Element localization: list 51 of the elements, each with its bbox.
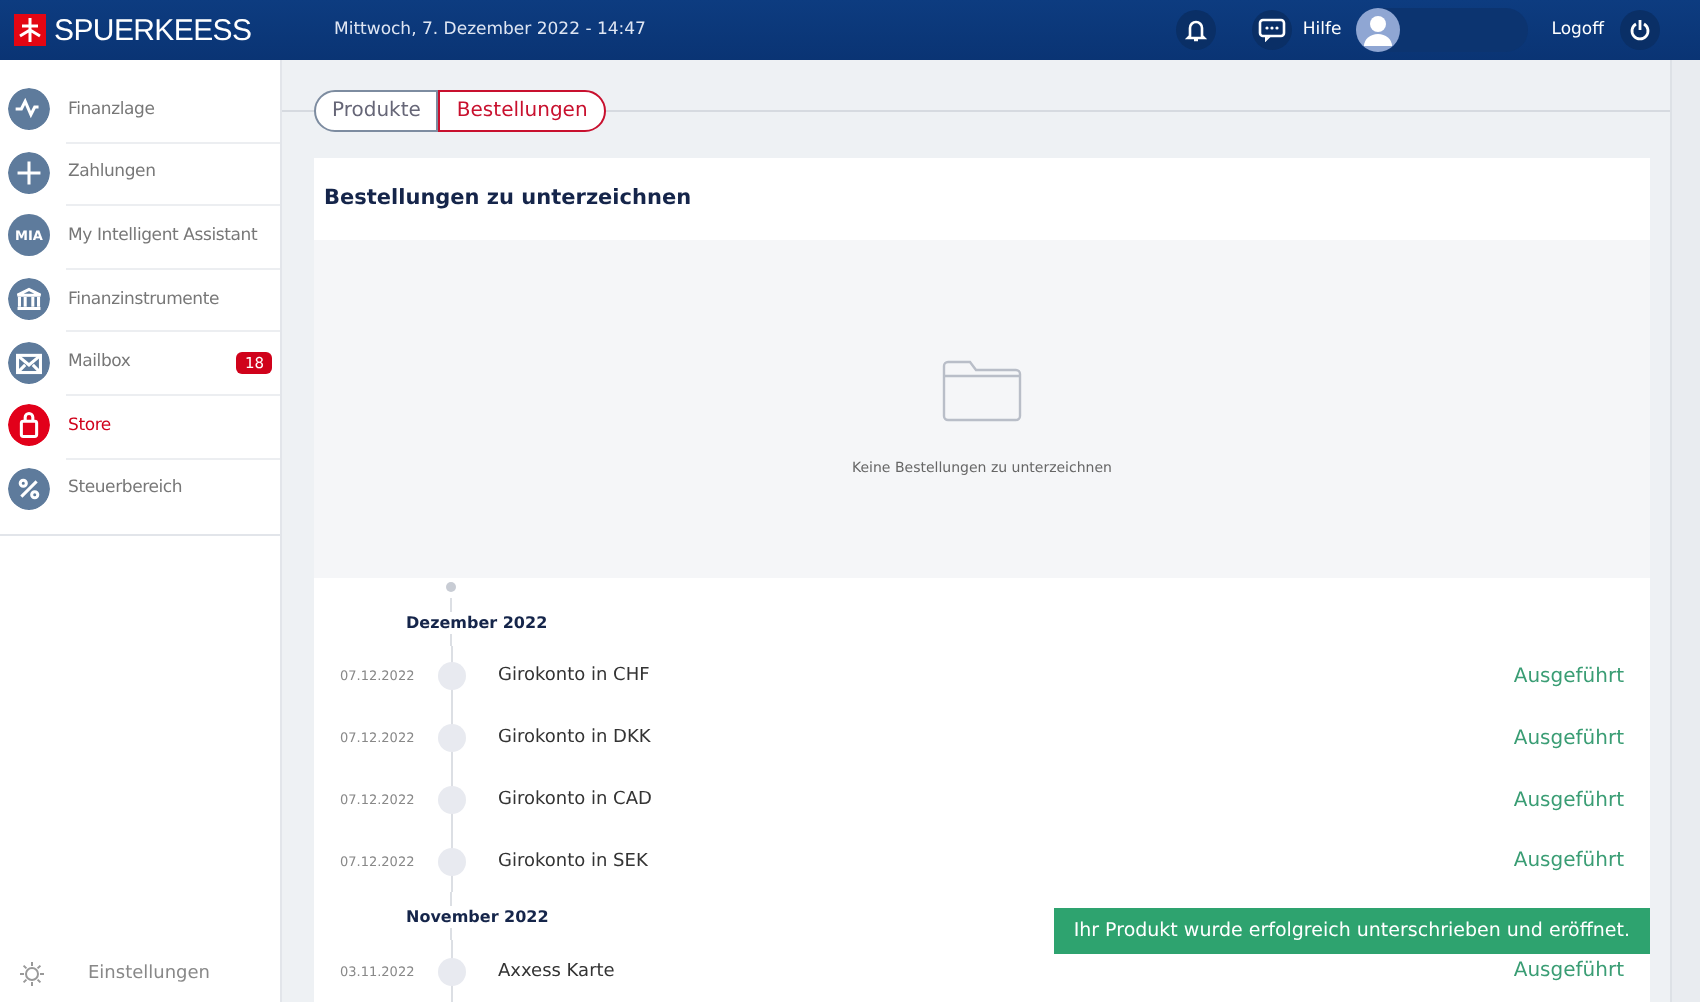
entry-status: Ausgeführt [1513, 850, 1624, 873]
scrollbar-track[interactable] [1670, 60, 1700, 1002]
logo-icon [14, 14, 46, 46]
bank-icon [8, 278, 50, 321]
timeline-dot [438, 724, 466, 753]
tab[interactable]: Bestellungen [438, 90, 606, 132]
entry-status: Ausgeführt [1513, 665, 1624, 688]
avatar-icon [1355, 8, 1400, 52]
logo-text: SPUERKEESS [54, 13, 252, 47]
mail-icon [8, 341, 50, 384]
chat-button[interactable] [1252, 10, 1293, 50]
sidebar-item[interactable]: Finanzinstrumente [0, 267, 280, 331]
entry-status: Ausgeführt [1513, 727, 1624, 750]
tab[interactable]: Produkte [314, 90, 439, 132]
settings-icon [18, 960, 46, 988]
timeline-dot [438, 786, 466, 814]
bag-icon [8, 404, 50, 447]
help-link[interactable]: Hilfe [1302, 20, 1342, 40]
power-button[interactable] [1620, 10, 1660, 50]
notifications-button[interactable] [1176, 10, 1217, 50]
month-heading: Dezember 2022 [406, 611, 548, 634]
timeline-dot [438, 662, 466, 691]
sidebar-item[interactable]: Zahlungen [0, 141, 280, 205]
timeline-dot [438, 957, 466, 986]
date-time: Mittwoch, 7. Dezember 2022 - 14:47 [334, 20, 646, 40]
entry-name: Girokonto in SEK [498, 851, 648, 872]
plus-icon [8, 151, 50, 194]
pulse-icon [8, 88, 50, 131]
power-icon [1628, 18, 1652, 42]
entry-name: Axxess Karte [498, 961, 615, 982]
timeline-dot [438, 847, 466, 876]
sidebar-item[interactable]: Store [0, 393, 280, 458]
entry-name: Girokonto in CHF [498, 666, 650, 687]
settings-item[interactable]: Einstellungen [0, 960, 280, 1002]
user-menu[interactable] [1355, 8, 1528, 52]
chat-icon [1258, 18, 1287, 42]
sidebar-item[interactable]: Finanzlage [0, 78, 280, 142]
success-toast: Ihr Produkt wurde erfolgreich unterschrieben und eröffnet. [1053, 908, 1650, 954]
entry-status: Ausgeführt [1513, 960, 1624, 983]
settings-label: Einstellungen [88, 964, 211, 984]
bell-icon [1182, 16, 1211, 44]
percent-icon [8, 467, 50, 510]
logoff-link[interactable]: Logoff [1551, 20, 1604, 40]
sidebar-item[interactable]: Steuerbereich [0, 457, 280, 521]
entry-name: Girokonto in CAD [498, 790, 652, 810]
folder-icon [942, 357, 1022, 422]
timeline-start-dot [446, 582, 456, 593]
section-title: Bestellungen zu unterzeichnen [324, 186, 692, 211]
entry-name: Girokonto in DKK [498, 728, 651, 749]
entry-status: Ausgeführt [1513, 789, 1624, 811]
month-heading: November 2022 [406, 905, 549, 928]
